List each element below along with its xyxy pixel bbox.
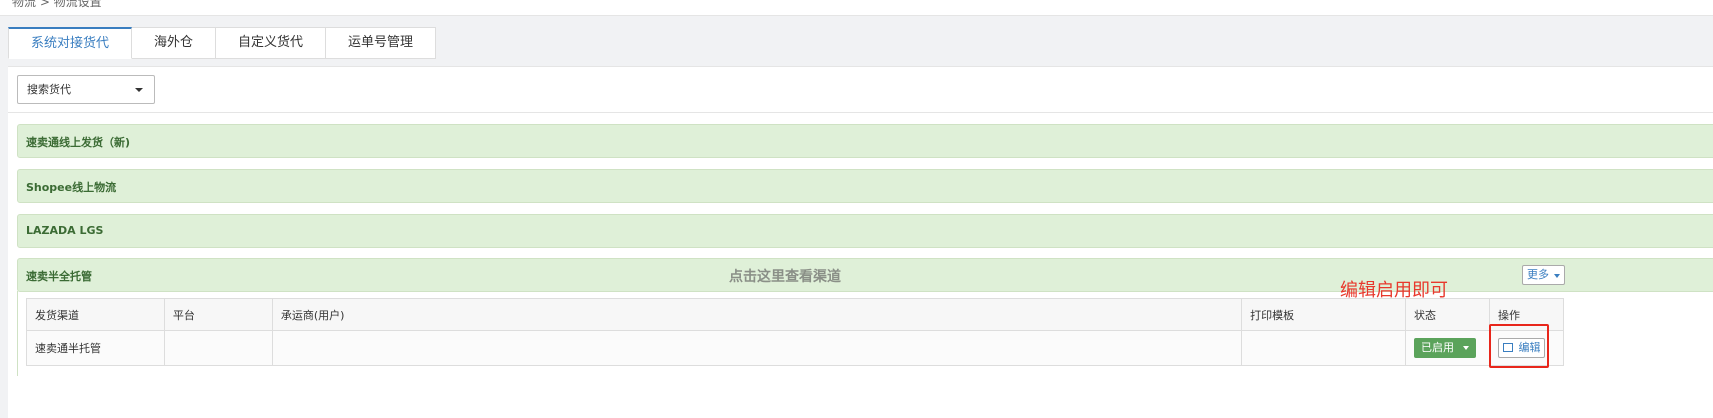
- tab-custom-forwarder[interactable]: 自定义货代: [216, 27, 327, 59]
- group-lazada-lgs[interactable]: LAZADA LGS: [17, 214, 1713, 248]
- annotation-highlight-box: [1489, 324, 1549, 368]
- cell-carrier: [271, 330, 1243, 366]
- tab-system-forwarder[interactable]: 系统对接货代: [8, 27, 133, 59]
- status-label: 已启用: [1421, 341, 1455, 354]
- view-channels-hint[interactable]: 点击这里查看渠道: [729, 266, 841, 286]
- main-panel: 搜索货代 速卖通线上发货（新) Shopee线上物流 LAZADA LGS 速卖…: [8, 66, 1713, 418]
- col-platform: 平台: [163, 298, 273, 331]
- col-print-template: 打印模板: [1241, 298, 1407, 331]
- annotation-text: 编辑启用即可: [1340, 280, 1448, 301]
- cell-template: [1241, 330, 1407, 366]
- tab-tracking-number[interactable]: 运单号管理: [326, 27, 437, 59]
- group-shopee-logistics[interactable]: Shopee线上物流: [17, 169, 1713, 203]
- group-title: LAZADA LGS: [26, 224, 104, 237]
- col-channel: 发货渠道: [26, 298, 165, 331]
- cell-channel: 速卖通半托管: [26, 330, 165, 366]
- group-semi-managed[interactable]: 速卖半全托管 点击这里查看渠道 更多: [17, 258, 1713, 292]
- group-title: 速卖通线上发货（新): [26, 136, 131, 149]
- chevron-down-icon: [135, 88, 143, 92]
- breadcrumb: 物流 > 物流设置: [12, 0, 102, 9]
- top-bar: 物流 > 物流设置: [0, 0, 1713, 16]
- tab-overseas-warehouse[interactable]: 海外仓: [132, 27, 217, 59]
- group-title: 速卖半全托管: [26, 270, 92, 283]
- chevron-down-icon: [1462, 346, 1469, 350]
- cell-platform: [163, 330, 273, 366]
- divider: [8, 112, 1713, 113]
- group-aliexpress-online[interactable]: 速卖通线上发货（新): [17, 124, 1713, 158]
- status-dropdown-button[interactable]: 已启用: [1414, 338, 1476, 358]
- channel-table: 发货渠道 平台 承运商(用户) 打印模板 状态 操作 速卖通半托管 已启用 编辑: [26, 298, 1565, 366]
- search-select-value: 搜索货代: [27, 83, 71, 96]
- more-label: 更多: [1527, 268, 1549, 281]
- more-button[interactable]: 更多: [1522, 265, 1565, 285]
- table-row: 速卖通半托管 已启用 编辑: [26, 330, 1565, 366]
- group-body: 发货渠道 平台 承运商(用户) 打印模板 状态 操作 速卖通半托管 已启用 编辑: [17, 291, 1713, 376]
- col-carrier: 承运商(用户): [271, 298, 1243, 331]
- group-title: Shopee线上物流: [26, 181, 117, 194]
- search-forwarder-select[interactable]: 搜索货代: [17, 75, 155, 104]
- chevron-down-icon: [1554, 274, 1560, 278]
- col-status: 状态: [1405, 298, 1490, 331]
- table-header-row: 发货渠道 平台 承运商(用户) 打印模板 状态 操作: [26, 298, 1565, 331]
- cell-status: 已启用: [1405, 330, 1490, 366]
- tab-bar: 系统对接货代 海外仓 自定义货代 运单号管理: [8, 27, 437, 59]
